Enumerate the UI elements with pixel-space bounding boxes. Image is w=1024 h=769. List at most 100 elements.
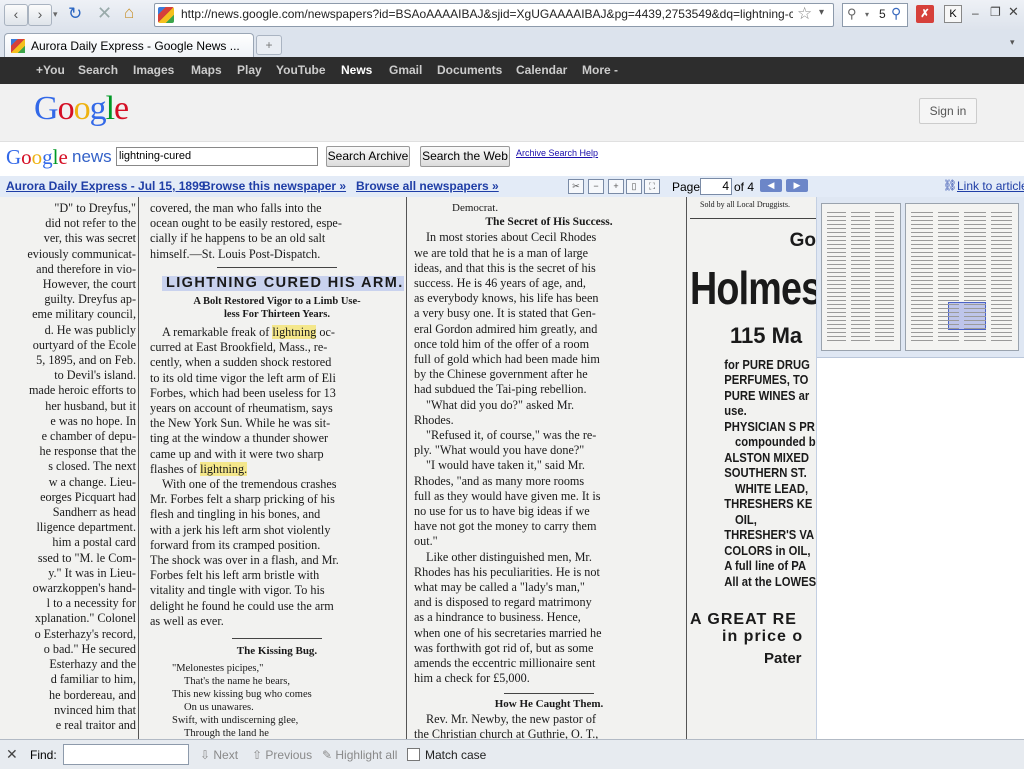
article-column-dreyfus: "D" to Dreyfus," did not refer to the ver,… xyxy=(0,201,136,733)
gbar-images[interactable]: Images xyxy=(133,63,174,77)
page-thumbnail-3[interactable] xyxy=(821,203,901,351)
find-input[interactable] xyxy=(63,744,189,765)
lightning-article-line: Mr. Forbes felt a sharp pricking of his xyxy=(150,492,335,507)
rhodes-article-line: him a check for £5,000. xyxy=(414,671,530,686)
fullscreen-icon[interactable]: ⛶ xyxy=(644,179,660,194)
home-icon[interactable]: ⌂ xyxy=(124,3,134,23)
gbar-calendar[interactable]: Calendar xyxy=(516,63,567,77)
search-go-icon[interactable]: ⚲ xyxy=(891,5,901,22)
rhodes-article-line: no use for us to have big ideas if we xyxy=(414,504,590,519)
address-text[interactable]: http://news.google.com/newspapers?id=BSA… xyxy=(181,7,793,21)
lightning-article-line: years on account of rheumatism, says xyxy=(150,401,333,416)
forward-button[interactable]: › xyxy=(28,4,52,26)
close-window-icon[interactable]: ✕ xyxy=(1008,4,1019,20)
gbar-documents[interactable]: Documents xyxy=(437,63,502,77)
gbar-search[interactable]: Search xyxy=(78,63,118,77)
find-previous-label: Previous xyxy=(265,748,313,762)
lightning-subhead-line: less For Thirteen Years. xyxy=(224,309,330,321)
dreyfus-text-line: "D" to Dreyfus," xyxy=(54,201,136,215)
new-tab-button[interactable]: + xyxy=(256,35,282,55)
rhodes-article-line: had subdued the Tai-ping rebellion. xyxy=(414,382,587,397)
newspaper-page-viewer[interactable]: "D" to Dreyfus," did not refer to the ver,… xyxy=(0,197,816,739)
rhodes-article-line: and is disposed to regard matrimony xyxy=(414,595,592,610)
previous-page-icon[interactable]: ◀ xyxy=(760,179,782,192)
stop-icon[interactable]: ✕ xyxy=(97,3,112,24)
search-engine-icon[interactable]: ⚲ xyxy=(847,6,857,22)
ad-line: compounded b xyxy=(735,435,816,450)
next-page-icon[interactable]: ▶ xyxy=(786,179,808,192)
tab-active[interactable]: Aurora Daily Express - Google News ... xyxy=(4,33,254,58)
link-to-article[interactable]: Link to article xyxy=(957,179,1024,193)
browser-search-box[interactable]: ⚲ ▾ 5 ⚲ xyxy=(842,3,908,27)
back-button[interactable]: ‹ xyxy=(4,4,28,26)
bookmark-star-icon[interactable]: ☆ xyxy=(797,4,812,24)
browser-search-value[interactable]: 5 xyxy=(879,7,886,21)
ad-line: OIL, xyxy=(735,512,757,527)
url-dropdown-icon[interactable]: ▾ xyxy=(819,7,824,18)
google-news-logo[interactable]: Google xyxy=(6,145,68,170)
page-number-input[interactable]: 4 xyxy=(700,178,732,195)
dreyfus-text-line: and therefore in vio- xyxy=(36,261,136,276)
browse-all-link[interactable]: Browse all newspapers » xyxy=(356,179,499,193)
dreyfus-text-line: o Esterhazy's record, xyxy=(34,626,136,641)
dreyfus-text-line: he bordereau, and xyxy=(49,687,136,702)
dreyfus-text-line: xplanation." Colonel xyxy=(34,611,136,626)
rhodes-article-line: ideas, and that this is the secret of hi… xyxy=(414,260,596,275)
highlight-all-button[interactable]: ✎ Highlight all xyxy=(322,748,397,762)
lightning-article-line: to its old time vigor the left arm of El… xyxy=(150,370,336,385)
match-case-checkbox[interactable] xyxy=(407,748,420,761)
search-web-button[interactable]: Search the Web xyxy=(420,146,510,167)
dreyfus-text-line: w a change. Lieu- xyxy=(48,474,136,489)
tab-list-icon[interactable]: ▾ xyxy=(1010,37,1015,48)
gbar-you[interactable]: +You xyxy=(36,63,65,77)
sign-in-button[interactable]: Sign in xyxy=(919,98,977,124)
close-find-bar-icon[interactable]: ✕ xyxy=(6,746,18,763)
address-bar[interactable]: http://news.google.com/newspapers?id=BSA… xyxy=(154,3,834,27)
find-next-button[interactable]: ⇩ Next xyxy=(200,748,238,762)
restore-window-icon[interactable]: ❐ xyxy=(990,5,1001,19)
newspaper-issue-link[interactable]: Aurora Daily Express - Jul 15, 1899 xyxy=(6,179,205,193)
tab-title[interactable]: Aurora Daily Express - Google News ... xyxy=(31,39,240,53)
gbar-news[interactable]: News xyxy=(341,63,372,77)
news-logo-word[interactable]: news xyxy=(72,147,112,167)
archive-search-input[interactable]: lightning-cured xyxy=(116,147,318,166)
addon-red-icon[interactable]: ✗ xyxy=(916,5,934,23)
kissing-bug-poem-line: Through the land he xyxy=(184,728,269,739)
article-headline[interactable]: LIGHTNING CURED HIS ARM. xyxy=(162,275,404,292)
gbar-gmail[interactable]: Gmail xyxy=(389,63,422,77)
page-label: Page xyxy=(672,180,701,194)
fit-width-icon[interactable]: ▯ xyxy=(626,179,642,194)
page-thumbnail-4[interactable] xyxy=(905,203,1019,351)
lightning-article-line: flesh and tingling in his bones, and xyxy=(150,507,321,522)
find-previous-button[interactable]: ⇧ Previous xyxy=(252,748,312,762)
lightning-article-line: cently, when a sudden shock restored xyxy=(150,355,332,370)
browse-newspaper-link[interactable]: Browse this newspaper » xyxy=(202,179,346,193)
gbar-play[interactable]: Play xyxy=(237,63,262,77)
article-column-lightning: covered, the man who falls into the ocean… xyxy=(150,201,404,739)
search-archive-button[interactable]: Search Archive xyxy=(326,146,410,167)
chain-link-icon[interactable]: ⛓ xyxy=(943,179,957,192)
dreyfus-text-line: nvinced him that xyxy=(54,702,136,717)
minimize-window-icon[interactable]: ‒ xyxy=(972,6,979,20)
zoom-in-icon[interactable]: + xyxy=(608,179,624,194)
google-logo[interactable]: Google xyxy=(34,90,129,128)
search-engine-dropdown-icon[interactable]: ▾ xyxy=(865,10,869,19)
rhodes-article-line: success. He is 46 years of age, and, xyxy=(414,276,586,291)
rhodes-article-line: full as they would have given me. It is xyxy=(414,488,601,503)
ad-line: use. xyxy=(724,404,747,419)
ad-druggists-line: Sold by all Local Druggists. xyxy=(700,200,790,209)
gbar-maps[interactable]: Maps xyxy=(191,63,222,77)
gbar-youtube[interactable]: YouTube xyxy=(276,63,326,77)
zoom-out-icon[interactable]: − xyxy=(588,179,604,194)
addon-k-icon[interactable]: K xyxy=(944,5,962,23)
lightning-article-line: with a jerk his left arm shot violently xyxy=(150,522,331,537)
reload-icon[interactable]: ↻ xyxy=(68,4,82,24)
dreyfus-text-line: s closed. The next xyxy=(48,459,136,474)
clip-icon[interactable]: ✂ xyxy=(568,179,584,194)
archive-search-help-link[interactable]: Archive Search Help xyxy=(516,148,598,158)
ad-line: PHYSICIAN S PR xyxy=(724,419,815,434)
tab-favicon-icon xyxy=(11,39,25,53)
history-dropdown-icon[interactable]: ▾ xyxy=(53,9,58,20)
gbar-more[interactable]: More - xyxy=(582,63,618,77)
rhodes-article-line: Rhodes, "and as many more rooms xyxy=(414,473,585,488)
